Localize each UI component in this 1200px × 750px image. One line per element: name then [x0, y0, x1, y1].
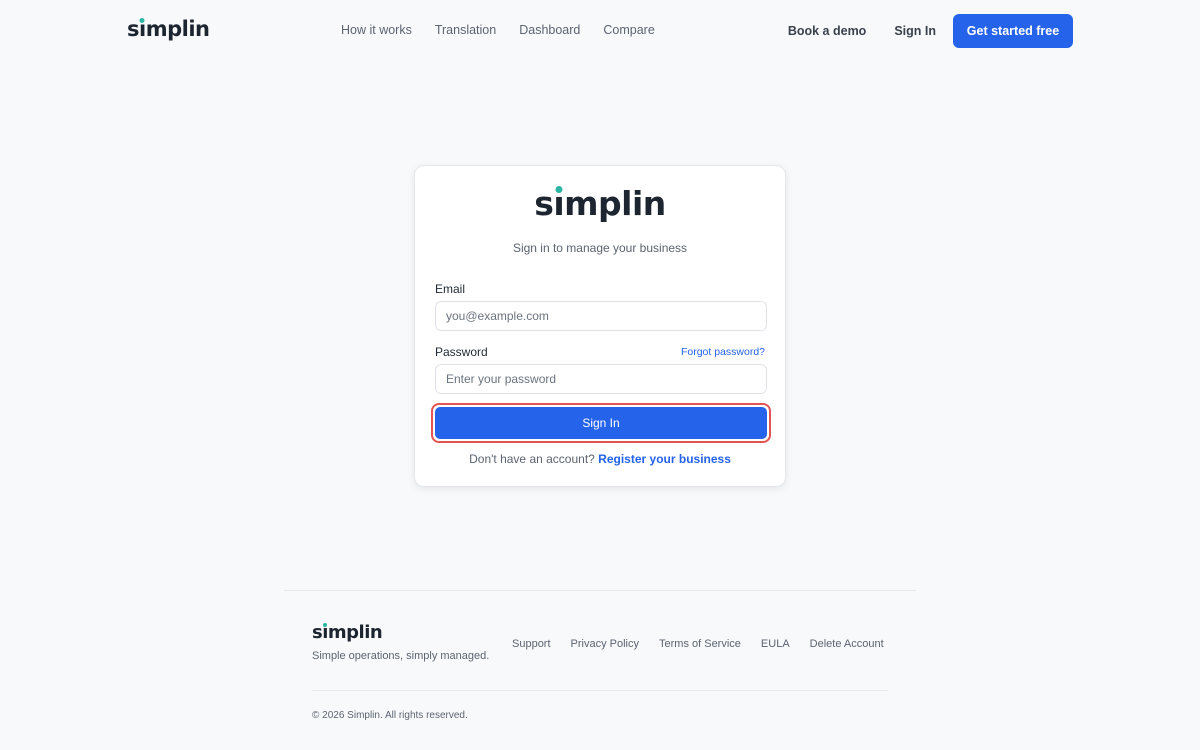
footer-divider — [312, 690, 888, 691]
logo-i: ı — [139, 17, 146, 41]
forgot-password-link[interactable]: Forgot password? — [681, 346, 765, 358]
nav-how-it-works[interactable]: How it works — [341, 23, 412, 37]
card-subtitle: Sign in to manage your business — [512, 241, 688, 255]
register-prompt: Don't have an account? Register your bus… — [415, 452, 785, 466]
get-started-button[interactable]: Get started free — [953, 14, 1073, 48]
copyright: © 2026 Simplin. All rights reserved. — [312, 710, 468, 721]
sign-in-highlight: Sign In — [431, 403, 771, 443]
footer-top-divider — [284, 590, 916, 591]
no-account-text: Don't have an account? — [469, 452, 595, 466]
header-sign-in-link[interactable]: Sign In — [894, 24, 936, 38]
card-logo: sımplin — [534, 184, 666, 223]
nav-compare[interactable]: Compare — [603, 23, 654, 37]
header-actions: Book a demo Sign In Get started free — [788, 14, 1073, 48]
footer-links: Support Privacy Policy Terms of Service … — [512, 638, 884, 650]
logo-i: ı — [553, 184, 565, 223]
email-field[interactable] — [435, 301, 767, 331]
footer-link-eula[interactable]: EULA — [761, 638, 790, 650]
footer-link-terms[interactable]: Terms of Service — [659, 638, 741, 650]
nav-translation[interactable]: Translation — [435, 23, 496, 37]
brand-logo[interactable]: sımplin — [127, 17, 210, 41]
footer-link-support[interactable]: Support — [512, 638, 551, 650]
nav-dashboard[interactable]: Dashboard — [519, 23, 580, 37]
top-nav: sımplin How it works Translation Dashboa… — [0, 0, 1200, 60]
password-label: Password — [435, 345, 488, 359]
footer-link-privacy[interactable]: Privacy Policy — [571, 638, 639, 650]
email-label: Email — [435, 282, 466, 296]
footer-link-delete-account[interactable]: Delete Account — [810, 638, 884, 650]
main-nav: How it works Translation Dashboard Compa… — [341, 23, 655, 37]
password-field[interactable] — [435, 364, 767, 394]
sign-in-card: sımplin Sign in to manage your business … — [414, 165, 786, 487]
book-demo-link[interactable]: Book a demo — [788, 24, 867, 38]
logo-i: ı — [322, 622, 328, 643]
footer-tagline: Simple operations, simply managed. — [312, 650, 490, 662]
register-link[interactable]: Register your business — [598, 452, 731, 466]
footer-logo: sımplin — [312, 622, 383, 643]
sign-in-button[interactable]: Sign In — [435, 407, 767, 439]
